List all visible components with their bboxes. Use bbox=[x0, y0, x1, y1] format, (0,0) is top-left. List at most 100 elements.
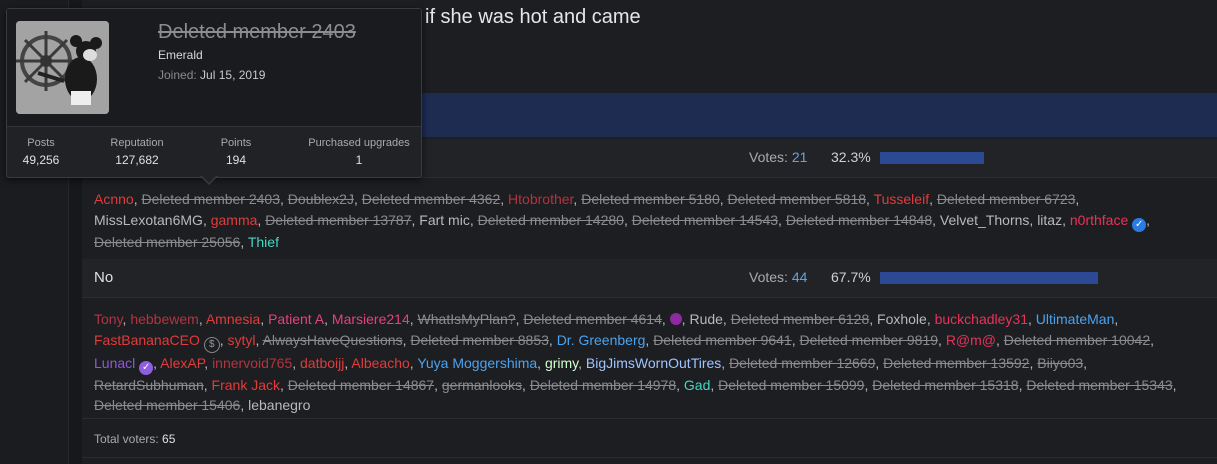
voter-link[interactable]: Fart mic bbox=[419, 212, 470, 228]
voter-link[interactable]: Rude bbox=[689, 311, 722, 327]
voter-link[interactable]: datboijj bbox=[300, 355, 344, 371]
voter-link[interactable]: Deleted member 9641 bbox=[653, 332, 792, 348]
voter-name: buckchadley31 bbox=[934, 311, 1029, 327]
stat-points[interactable]: Points 194 bbox=[207, 137, 265, 167]
voter-link[interactable]: Deleted member 6723 bbox=[937, 191, 1076, 207]
voter-link[interactable]: hebbewem bbox=[130, 311, 199, 327]
voter-link[interactable]: Albeacho bbox=[351, 355, 409, 371]
separator: , bbox=[522, 376, 530, 393]
voter-link[interactable]: Doublex2J bbox=[288, 191, 354, 207]
voter-link[interactable]: MissLexotan6MG bbox=[94, 212, 203, 228]
voter-link[interactable]: Thief bbox=[248, 234, 279, 250]
voter-link[interactable]: BigJimsWornOutTires bbox=[586, 355, 721, 371]
voter-link[interactable]: grimy bbox=[545, 355, 578, 371]
voter-link[interactable]: gamma bbox=[211, 212, 258, 228]
voter-link[interactable]: Deleted member 4614 bbox=[523, 311, 662, 327]
separator: , bbox=[1075, 191, 1080, 207]
voter-link[interactable]: n0rthface ✓ bbox=[1070, 212, 1147, 232]
voter-link[interactable]: Dr. Greenberg bbox=[557, 332, 646, 348]
voter-link[interactable]: germanlooks bbox=[442, 377, 522, 393]
voter-link[interactable]: Tusseleif bbox=[874, 191, 930, 207]
stat-purchased-upgrades[interactable]: Purchased upgrades 1 bbox=[303, 137, 415, 167]
voter-link[interactable]: innervoid765 bbox=[212, 355, 292, 371]
voter-link[interactable]: litaz bbox=[1037, 212, 1062, 228]
voter-link[interactable]: Biiyo03 bbox=[1037, 355, 1083, 371]
voter-link[interactable]: Lunacl ✓ bbox=[94, 355, 154, 375]
voter-link[interactable]: Deleted member 25056 bbox=[94, 234, 240, 250]
voter-name: Deleted member 4362 bbox=[361, 191, 501, 207]
separator: , bbox=[996, 331, 1004, 348]
voter-name: WhatIsMyPlan? bbox=[417, 311, 516, 327]
voter-link[interactable]: Deleted member 14543 bbox=[632, 212, 778, 228]
avatar[interactable] bbox=[16, 21, 109, 114]
voter-link[interactable]: lebanegro bbox=[248, 397, 310, 413]
voter-link[interactable]: Deleted member 15406 bbox=[94, 397, 240, 413]
voter-link[interactable]: FastBananaCEO $ bbox=[94, 332, 220, 353]
voter-link[interactable]: Acnno bbox=[94, 191, 134, 207]
voter-link[interactable]: Deleted member 14867 bbox=[288, 377, 434, 393]
voter-link[interactable]: Deleted member 14848 bbox=[786, 212, 932, 228]
voter-link[interactable]: Htobrother bbox=[508, 191, 573, 207]
voter-link[interactable]: Deleted member 13592 bbox=[883, 355, 1029, 371]
voter-link[interactable]: Deleted member 13787 bbox=[265, 212, 411, 228]
voter-link[interactable]: Deleted member 14280 bbox=[478, 212, 624, 228]
voter-link[interactable]: Frank Jack bbox=[212, 377, 280, 393]
voter-link[interactable]: Deleted member 5180 bbox=[581, 191, 720, 207]
voter-link[interactable]: Deleted member 10042 bbox=[1004, 332, 1150, 348]
voter-name: Deleted member 14867 bbox=[287, 376, 435, 393]
voter-link[interactable]: Deleted member 12669 bbox=[729, 355, 875, 371]
separator: , bbox=[578, 354, 586, 371]
voter-name: Deleted member 15343 bbox=[1026, 376, 1173, 393]
separator: , bbox=[1062, 211, 1070, 228]
voter-name: UltimateMan bbox=[1035, 311, 1115, 327]
voter-name: hebbewem bbox=[130, 311, 199, 327]
separator: , bbox=[866, 191, 874, 207]
voter-link[interactable]: Deleted member 2403 bbox=[141, 191, 280, 207]
separator: , bbox=[500, 191, 509, 207]
poll-option-2[interactable]: No Votes: 44 67.7% bbox=[82, 259, 1217, 298]
voter-link[interactable] bbox=[669, 311, 682, 327]
voter-name: Doublex2J bbox=[287, 191, 354, 207]
voter-link[interactable]: Deleted member 15099 bbox=[718, 377, 864, 393]
separator: , bbox=[722, 311, 731, 327]
voter-name: AlwaysHaveQuestions bbox=[262, 331, 403, 348]
voter-link[interactable]: Gad bbox=[684, 377, 710, 393]
voter-name: Deleted member 5180 bbox=[581, 191, 720, 207]
stat-reputation[interactable]: Reputation 127,682 bbox=[97, 137, 177, 167]
voter-link[interactable]: RetardSubhuman bbox=[94, 377, 204, 393]
stat-posts[interactable]: Posts 49,256 bbox=[12, 137, 70, 167]
votes-count-link[interactable]: 44 bbox=[792, 269, 808, 285]
tooltip-username[interactable]: Deleted member 2403 bbox=[158, 21, 356, 44]
voter-link[interactable]: Foxhole bbox=[877, 311, 927, 327]
separator: , bbox=[623, 211, 632, 228]
voter-link[interactable]: Deleted member 4362 bbox=[362, 191, 501, 207]
tooltip-user-title: Emerald bbox=[158, 48, 203, 62]
voter-link[interactable]: UltimateMan bbox=[1036, 311, 1115, 327]
voter-link[interactable]: Deleted member 15343 bbox=[1026, 377, 1172, 393]
verified-badge-icon: ✓ bbox=[1132, 217, 1147, 232]
voter-link[interactable]: AlwaysHaveQuestions bbox=[263, 332, 403, 348]
voter-link[interactable]: Deleted member 5818 bbox=[728, 191, 867, 207]
voter-name: Marsiere214 bbox=[331, 311, 410, 327]
voter-link[interactable]: Patient A bbox=[268, 311, 324, 327]
votes-count-link[interactable]: 21 bbox=[792, 149, 808, 165]
voter-link[interactable]: R@m@ bbox=[946, 332, 996, 348]
voter-link[interactable]: Velvet_Thorns bbox=[940, 212, 1030, 228]
voter-link[interactable]: Deleted member 8853 bbox=[410, 332, 549, 348]
voter-link[interactable]: Tony bbox=[94, 311, 123, 327]
voter-name: Deleted member 14543 bbox=[631, 211, 779, 228]
voter-link[interactable]: Deleted member 9819 bbox=[800, 332, 939, 348]
separator: , bbox=[469, 211, 478, 228]
voter-link[interactable]: Deleted member 6128 bbox=[731, 311, 870, 327]
voter-link[interactable]: Marsiere214 bbox=[332, 311, 410, 327]
voter-link[interactable]: AlexAP bbox=[160, 355, 204, 371]
voter-link[interactable]: Yuya Moggershima bbox=[417, 355, 537, 371]
voter-name: germanlooks bbox=[441, 376, 523, 393]
voter-link[interactable]: buckchadley31 bbox=[935, 311, 1028, 327]
voter-link[interactable]: sytyl bbox=[228, 332, 256, 348]
separator: , bbox=[324, 311, 332, 327]
voter-link[interactable]: Deleted member 15318 bbox=[872, 377, 1018, 393]
voter-link[interactable]: Amnesia bbox=[206, 311, 260, 327]
voter-link[interactable]: WhatIsMyPlan? bbox=[418, 311, 516, 327]
voter-link[interactable]: Deleted member 14978 bbox=[530, 377, 676, 393]
